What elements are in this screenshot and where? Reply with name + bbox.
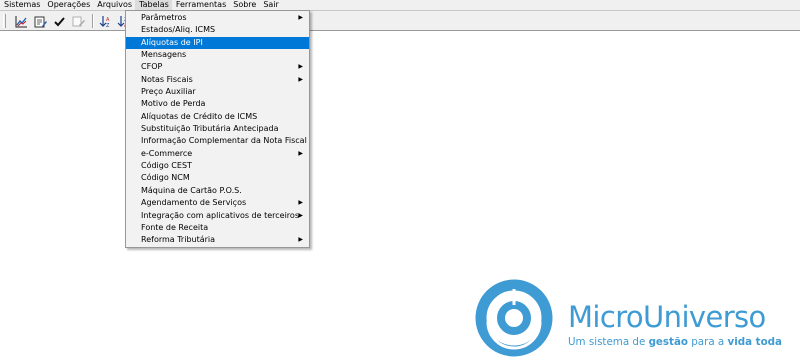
microuniverso-mark-icon bbox=[475, 279, 553, 357]
menu-item-preco-auxiliar[interactable]: Preço Auxiliar bbox=[126, 86, 309, 98]
svg-text:Z: Z bbox=[106, 23, 110, 28]
menu-item-codigo-cest[interactable]: Código CEST bbox=[126, 160, 309, 172]
submenu-arrow-icon: ▶ bbox=[298, 199, 303, 207]
menu-item-mensagens[interactable]: Mensagens bbox=[126, 49, 309, 61]
menu-tabelas[interactable]: Tabelas bbox=[135, 0, 172, 10]
menu-item-fonte-de-receita[interactable]: Fonte de Receita bbox=[126, 222, 309, 234]
confirm-button[interactable] bbox=[51, 13, 68, 29]
menu-item-aliquotas-ipi[interactable]: Alíquotas de IPI bbox=[126, 36, 309, 50]
sort-button-1[interactable]: A Z bbox=[96, 13, 113, 29]
microuniverso-logo: MicroUniverso Um sistema de gestão para … bbox=[474, 278, 800, 358]
submenu-arrow-icon: ▶ bbox=[298, 75, 303, 83]
menu-item-codigo-ncm[interactable]: Código NCM bbox=[126, 172, 309, 184]
toolbar-separator bbox=[92, 14, 94, 28]
menu-item-maquina-cartao-pos[interactable]: Máquina de Cartão P.O.S. bbox=[126, 185, 309, 197]
submenu-arrow-icon: ▶ bbox=[298, 14, 303, 21]
sort-icon: A Z bbox=[99, 15, 110, 28]
menu-item-substituicao-tributaria[interactable]: Substituição Tributária Antecipada bbox=[126, 123, 309, 135]
edit-form-icon bbox=[34, 16, 47, 27]
menu-item-informacao-complementar[interactable]: Informação Complementar da Nota Fiscal bbox=[126, 135, 309, 147]
menu-sobre[interactable]: Sobre bbox=[229, 0, 259, 10]
menu-sair[interactable]: Sair bbox=[259, 0, 282, 10]
edit-doc-icon bbox=[72, 16, 85, 26]
submenu-arrow-icon: ▶ bbox=[298, 211, 303, 219]
edit-form-button[interactable] bbox=[32, 13, 49, 29]
chart-icon bbox=[15, 15, 27, 27]
menu-sistemas[interactable]: Sistemas bbox=[0, 0, 43, 10]
logo-tagline: Um sistema de gestão para a vida toda bbox=[568, 336, 782, 348]
menu-item-reforma-tributaria[interactable]: Reforma Tributária ▶ bbox=[126, 234, 309, 246]
menu-ferramentas[interactable]: Ferramentas bbox=[172, 0, 229, 10]
toolbar: A Z Z A bbox=[0, 10, 800, 31]
submenu-arrow-icon: ▶ bbox=[298, 63, 303, 71]
menu-bar: Sistemas Operações Arquivos Tabelas Ferr… bbox=[0, 0, 800, 10]
tabelas-dropdown-menu: Parâmetros ▶ Estados/Aliq. ICMS Alíquotas… bbox=[125, 10, 310, 248]
submenu-arrow-icon: ▶ bbox=[298, 236, 303, 244]
menu-item-cfop[interactable]: CFOP ▶ bbox=[126, 61, 309, 73]
submenu-arrow-icon: ▶ bbox=[298, 149, 303, 157]
menu-arquivos[interactable]: Arquivos bbox=[93, 0, 135, 10]
toolbar-grip[interactable] bbox=[3, 14, 6, 28]
menu-item-integracao-aplicativos[interactable]: Integração com aplicativos de terceiros ▶ bbox=[126, 210, 309, 222]
menu-item-agendamento-servicos[interactable]: Agendamento de Serviços ▶ bbox=[126, 197, 309, 209]
menu-item-motivo-de-perda[interactable]: Motivo de Perda bbox=[126, 98, 309, 110]
edit-doc-button[interactable] bbox=[70, 13, 87, 29]
menu-item-e-commerce[interactable]: e-Commerce ▶ bbox=[126, 148, 309, 160]
checkmark-icon bbox=[54, 16, 65, 26]
menu-operacoes[interactable]: Operações bbox=[43, 0, 93, 10]
chart-button[interactable] bbox=[13, 13, 30, 29]
menu-item-parametros[interactable]: Parâmetros ▶ bbox=[126, 12, 309, 24]
menu-item-aliquotas-credito-icms[interactable]: Alíquotas de Crédito de ICMS bbox=[126, 111, 309, 123]
logo-wordmark: MicroUniverso bbox=[568, 300, 766, 334]
menu-item-notas-fiscais[interactable]: Notas Fiscais ▶ bbox=[126, 74, 309, 86]
menu-item-estados-aliq-icms[interactable]: Estados/Aliq. ICMS bbox=[126, 24, 309, 36]
